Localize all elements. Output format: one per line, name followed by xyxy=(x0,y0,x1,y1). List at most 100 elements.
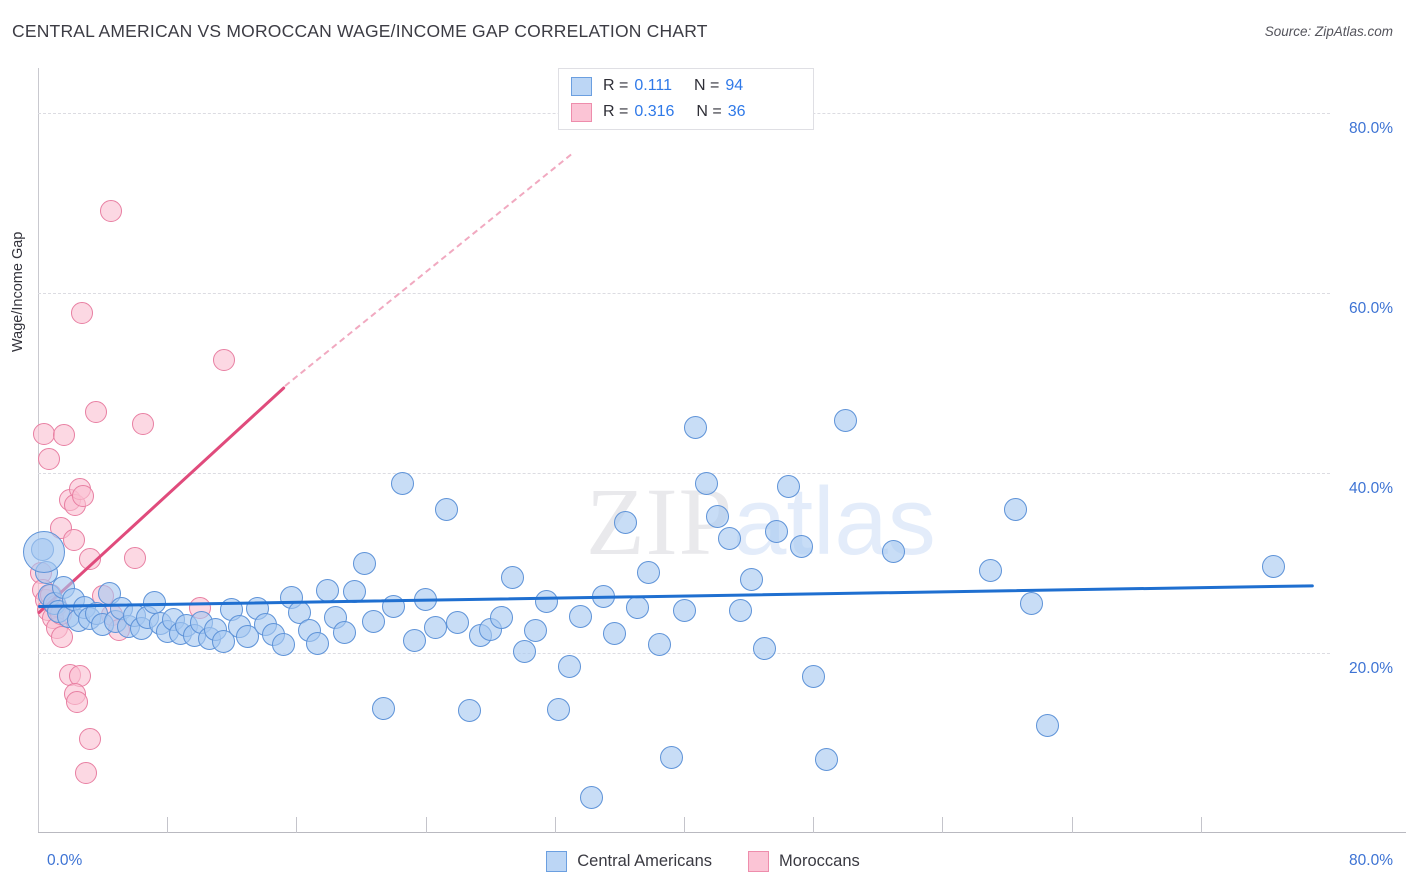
x-axis-tick xyxy=(296,817,298,833)
legend-label-moroccans: Moroccans xyxy=(779,852,860,870)
scatter-point-aggregate[interactable] xyxy=(22,531,65,574)
scatter-point[interactable] xyxy=(790,535,814,559)
scatter-point[interactable] xyxy=(457,699,481,723)
scatter-point[interactable] xyxy=(648,632,672,656)
scatter-point[interactable] xyxy=(580,786,604,810)
scatter-point[interactable] xyxy=(523,619,547,642)
scatter-point[interactable] xyxy=(501,565,525,589)
x-axis-tick xyxy=(1071,817,1073,833)
scatter-point[interactable] xyxy=(683,415,707,439)
scatter-point[interactable] xyxy=(546,698,570,722)
scatter-point[interactable] xyxy=(305,631,329,655)
stats-swatch-central-americans xyxy=(571,76,592,96)
x-axis-tick xyxy=(425,817,427,833)
scatter-point[interactable] xyxy=(423,616,447,640)
scatter-point[interactable] xyxy=(435,497,459,521)
stats-r-label-2: R = xyxy=(603,103,629,120)
scatter-point[interactable] xyxy=(717,527,741,551)
scatter-point[interactable] xyxy=(695,472,719,496)
scatter-point[interactable] xyxy=(557,655,581,678)
series-legend: Central Americans Moroccans xyxy=(0,851,1406,872)
scatter-point[interactable] xyxy=(271,632,295,656)
scatter-point[interactable] xyxy=(1035,713,1059,737)
scatter-point[interactable] xyxy=(740,567,764,591)
scatter-point[interactable] xyxy=(569,604,593,628)
stats-n-value-1: 94 xyxy=(725,77,744,94)
scatter-point[interactable] xyxy=(834,409,857,433)
scatter-point[interactable] xyxy=(814,747,838,771)
scatter-point[interactable] xyxy=(535,590,559,614)
scatter-point[interactable] xyxy=(614,511,638,534)
x-axis-tick xyxy=(167,817,169,833)
stats-row-moroccans: R = 0.316 N = 36 xyxy=(571,99,801,125)
scatter-point[interactable] xyxy=(123,546,146,569)
y-axis-line xyxy=(38,68,39,833)
scatter-point[interactable] xyxy=(65,690,88,713)
legend-item-moroccans[interactable]: Moroccans xyxy=(748,851,860,872)
scatter-point[interactable] xyxy=(446,610,470,634)
scatter-point[interactable] xyxy=(1003,497,1027,521)
scatter-point[interactable] xyxy=(490,605,513,629)
scatter-point[interactable] xyxy=(72,485,95,508)
page-title: CENTRAL AMERICAN VS MOROCCAN WAGE/INCOME… xyxy=(12,21,708,41)
scatter-point[interactable] xyxy=(391,472,415,496)
x-axis-tick xyxy=(942,817,944,833)
scatter-point[interactable] xyxy=(315,578,339,602)
scatter-point[interactable] xyxy=(777,475,801,498)
scatter-point[interactable] xyxy=(672,599,696,623)
y-axis-tick-label: 60.0% xyxy=(1349,300,1393,317)
stats-swatch-moroccans xyxy=(571,102,592,122)
source-attribution: Source: ZipAtlas.com xyxy=(1264,24,1393,39)
watermark-atlas: atlas xyxy=(733,468,936,575)
scatter-point[interactable] xyxy=(131,412,154,435)
scatter-point[interactable] xyxy=(372,697,396,721)
scatter-point[interactable] xyxy=(333,620,357,644)
scatter-point[interactable] xyxy=(706,504,730,528)
scatter-point[interactable] xyxy=(636,560,660,584)
scatter-point[interactable] xyxy=(362,610,386,633)
gridline xyxy=(38,293,1330,294)
stats-n-value-2: 36 xyxy=(727,103,746,120)
scatter-point[interactable] xyxy=(78,727,101,750)
y-axis-title: Wage/Income Gap xyxy=(10,231,26,352)
legend-item-central-americans[interactable]: Central Americans xyxy=(546,851,712,872)
scatter-point[interactable] xyxy=(729,599,753,623)
scatter-point[interactable] xyxy=(625,595,649,619)
scatter-point[interactable] xyxy=(99,200,122,223)
scatter-point[interactable] xyxy=(659,745,683,769)
scatter-point[interactable] xyxy=(603,621,627,645)
scatter-point[interactable] xyxy=(764,520,788,543)
trendline-segment xyxy=(284,153,572,387)
scatter-point[interactable] xyxy=(801,664,825,688)
scatter-point[interactable] xyxy=(979,558,1003,582)
legend-swatch-central-americans xyxy=(546,851,568,872)
gridline xyxy=(38,473,1330,474)
scatter-point[interactable] xyxy=(882,539,906,563)
stats-r-label-1: R = xyxy=(603,77,629,94)
scatter-point[interactable] xyxy=(512,639,536,663)
x-axis-tick xyxy=(813,817,815,833)
scatter-point[interactable] xyxy=(753,637,777,660)
scatter-point[interactable] xyxy=(75,761,98,784)
scatter-point[interactable] xyxy=(1261,555,1285,579)
scatter-point[interactable] xyxy=(62,528,85,551)
legend-swatch-moroccans xyxy=(748,851,770,872)
correlation-chart: CENTRAL AMERICAN VS MOROCCAN WAGE/INCOME… xyxy=(0,0,1406,892)
plot-area: ZIPatlas xyxy=(22,68,1330,833)
scatter-point[interactable] xyxy=(352,551,376,575)
scatter-point[interactable] xyxy=(212,348,235,371)
legend-label-central-americans: Central Americans xyxy=(577,852,713,870)
y-axis-tick-label: 20.0% xyxy=(1349,660,1393,677)
scatter-point[interactable] xyxy=(52,424,75,447)
gridline xyxy=(38,653,1330,654)
scatter-point[interactable] xyxy=(85,400,108,423)
x-axis-tick xyxy=(1200,817,1202,833)
scatter-point[interactable] xyxy=(38,447,61,470)
x-axis-tick xyxy=(684,817,685,833)
scatter-point[interactable] xyxy=(1019,592,1043,615)
stats-r-value-2: 0.316 xyxy=(634,103,675,120)
scatter-point[interactable] xyxy=(402,628,426,652)
stats-n-label-2: N = xyxy=(696,103,722,120)
y-axis-tick-label: 40.0% xyxy=(1349,480,1393,497)
scatter-point[interactable] xyxy=(70,301,93,324)
